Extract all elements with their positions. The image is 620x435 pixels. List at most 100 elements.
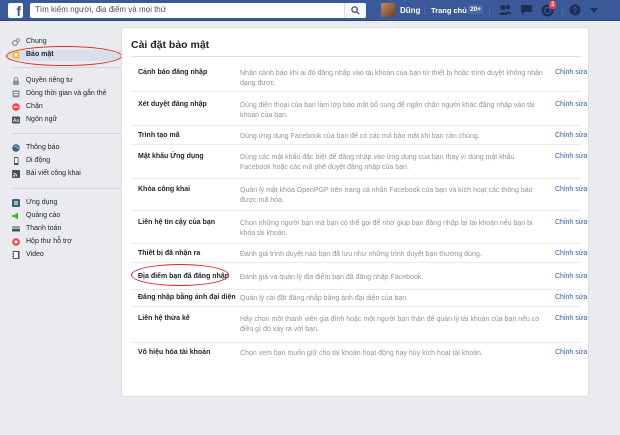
notifications-badge: 3: [549, 1, 557, 9]
ads-icon: [12, 212, 18, 220]
timeline-icon: [12, 90, 20, 98]
edit-link[interactable]: Chỉnh sửa: [555, 315, 587, 322]
sidebar-item-public-posts[interactable]: Bài viết công khai: [8, 169, 121, 180]
help-icon[interactable]: ?: [569, 4, 581, 16]
settings-row-profile-picture-login[interactable]: Đăng nhập bằng ảnh đại diện Quản lý cài …: [131, 290, 587, 307]
edit-link[interactable]: Chỉnh sửa: [555, 294, 587, 301]
setting-label: Khóa công khai: [138, 186, 191, 193]
setting-label: Địa điểm bạn đã đăng nhập: [138, 273, 230, 280]
setting-description: Quản lý mật khóa OpenPGP trên trang cá n…: [240, 187, 533, 204]
settings-row-where-logged-in[interactable]: Địa điểm bạn đã đăng nhập Đánh giá và qu…: [131, 263, 587, 290]
divider: [562, 6, 563, 15]
settings-row-app-passwords[interactable]: Mật khẩu Ứng dụng Dùng các mật khẩu đặc …: [131, 145, 587, 179]
setting-description: Dùng các mật khẩu đặc biệt để đăng nhập …: [240, 154, 515, 171]
edit-link[interactable]: Chỉnh sửa: [555, 132, 587, 139]
setting-label: Liên hệ tin cậy của bạn: [138, 219, 216, 226]
settings-row-public-key[interactable]: Khóa công khai Quản lý mật khóa OpenPGP …: [131, 179, 587, 211]
edit-link[interactable]: Chỉnh sửa: [555, 186, 587, 193]
search-button[interactable]: [344, 3, 366, 18]
sidebar-item-mobile[interactable]: Di động: [8, 156, 121, 167]
sidebar-item-label: Ứng dụng: [26, 199, 58, 206]
sidebar-item-general[interactable]: Chung: [8, 37, 121, 48]
svg-text:Aa: Aa: [13, 118, 19, 124]
profile-link[interactable]: Dũng: [400, 6, 420, 15]
settings-row-trusted-contacts[interactable]: Liên hệ tin cậy của bạn Chọn những người…: [131, 211, 587, 244]
mobile-icon: [14, 157, 19, 165]
sidebar-item-label: Chặn: [26, 103, 43, 110]
security-settings-panel: Cài đặt bảo mật Cảnh báo đăng nhập Nhận …: [121, 27, 589, 397]
setting-description: Nhận cảnh báo khi ai đó đăng nhập vào tà…: [240, 70, 543, 87]
gear-icon: [12, 38, 20, 46]
sidebar-item-label: Thông báo: [26, 144, 60, 151]
sidebar-divider: [12, 188, 121, 189]
sidebar-item-videos[interactable]: Video: [8, 250, 121, 261]
sidebar-item-label: Thanh toán: [26, 225, 62, 232]
support-icon: [12, 238, 20, 246]
sidebar-item-timeline[interactable]: Dòng thời gian và gắn thẻ: [8, 89, 121, 100]
settings-row-deactivate-account[interactable]: Vô hiệu hóa tài khoản Chọn xem bạn muốn …: [131, 343, 587, 369]
edit-link[interactable]: Chỉnh sửa: [555, 273, 587, 280]
shield-icon: [12, 51, 20, 59]
setting-label: Thiết bị đã nhận ra: [138, 250, 201, 257]
edit-link[interactable]: Chỉnh sửa: [555, 349, 587, 356]
home-link[interactable]: Trang chủ: [431, 6, 467, 15]
divider: [424, 6, 425, 15]
block-icon: [12, 103, 20, 111]
apps-icon: [12, 199, 20, 207]
settings-row-recognized-devices[interactable]: Thiết bị đã nhận ra Đánh giá trình duyệt…: [131, 244, 587, 263]
top-navigation-bar: f Tìm kiếm người, địa điểm và mọi thứ Dũ…: [0, 0, 620, 21]
setting-description: Dùng điện thoại của bạn làm lớp bảo mật …: [240, 102, 535, 119]
setting-label: Liên hệ thừa kế: [138, 315, 190, 322]
edit-link[interactable]: Chỉnh sửa: [555, 101, 587, 108]
sidebar-item-security[interactable]: Bảo mật: [8, 50, 121, 61]
setting-label: Vô hiệu hóa tài khoản: [138, 349, 211, 356]
sidebar-item-label: Quyền riêng tư: [26, 77, 73, 84]
sidebar-item-blocking[interactable]: Chặn: [8, 102, 121, 113]
sidebar-item-ads[interactable]: Quảng cáo: [8, 211, 121, 222]
setting-description: Chọn xem bạn muốn giữ cho tài khoản hoạt…: [240, 350, 483, 357]
setting-description: Đánh giá trình duyệt nào bạn đã lưu như …: [240, 251, 482, 258]
edit-link[interactable]: Chỉnh sửa: [555, 250, 587, 257]
globe-icon: [12, 144, 20, 152]
setting-description: Chọn những người bạn mà bạn có thể gọi đ…: [240, 220, 533, 237]
sidebar-item-label: Video: [26, 251, 44, 258]
sidebar-divider: [12, 67, 121, 68]
setting-description: Hãy chọn một thành viên gia đình hoặc mộ…: [240, 316, 540, 333]
sidebar-item-privacy[interactable]: Quyền riêng tư: [8, 76, 121, 87]
sidebar-item-notifications[interactable]: Thông báo: [8, 143, 121, 154]
setting-label: Trình tạo mã: [138, 132, 180, 139]
setting-description: Đánh giá và quản lý địa điểm bạn đã đăng…: [240, 274, 424, 281]
sidebar-item-payments[interactable]: Thanh toán: [8, 224, 121, 235]
sidebar-item-support-inbox[interactable]: Hộp thư hỗ trợ: [8, 237, 121, 248]
settings-row-legacy-contact[interactable]: Liên hệ thừa kế Hãy chọn một thành viên …: [131, 307, 587, 343]
sidebar-item-label: Hộp thư hỗ trợ: [26, 238, 72, 245]
search-placeholder: Tìm kiếm người, địa điểm và mọi thứ: [35, 5, 167, 14]
svg-text:?: ?: [573, 6, 578, 15]
avatar[interactable]: [381, 3, 395, 17]
edit-link[interactable]: Chỉnh sửa: [555, 69, 587, 76]
settings-row-login-alerts[interactable]: Cảnh báo đăng nhập Nhận cảnh báo khi ai …: [131, 57, 587, 92]
search-icon: [351, 6, 360, 15]
settings-row-code-generator[interactable]: Trình tạo mã Dùng ứng dụng Facebook của …: [131, 126, 587, 145]
edit-link[interactable]: Chỉnh sửa: [555, 219, 587, 226]
sidebar-item-label: Dòng thời gian và gắn thẻ: [26, 90, 107, 97]
sidebar-item-label: Bảo mật: [26, 51, 54, 58]
video-icon: [12, 251, 20, 259]
setting-description: Dùng ứng dụng Facebook của bạn để có các…: [240, 133, 480, 140]
facebook-logo[interactable]: f: [8, 3, 23, 18]
sidebar-item-label: Ngôn ngữ: [26, 116, 58, 123]
lock-icon: [13, 77, 19, 85]
rss-icon: [12, 170, 20, 178]
dropdown-icon[interactable]: [590, 8, 598, 13]
setting-label: Xét duyệt đăng nhập: [138, 101, 207, 108]
settings-row-login-approvals[interactable]: Xét duyệt đăng nhập Dùng điện thoại của …: [131, 92, 587, 126]
sidebar-item-apps[interactable]: Ứng dụng: [8, 198, 121, 209]
language-icon: Aa: [12, 116, 20, 124]
friend-requests-icon[interactable]: [498, 4, 512, 16]
search-input[interactable]: Tìm kiếm người, địa điểm và mọi thứ: [30, 3, 366, 18]
sidebar-item-language[interactable]: Aa Ngôn ngữ: [8, 115, 121, 126]
page-title: Cài đặt bảo mật: [131, 39, 210, 51]
messages-icon[interactable]: [520, 4, 533, 16]
sidebar-item-label: Chung: [26, 38, 47, 45]
edit-link[interactable]: Chỉnh sửa: [555, 153, 587, 160]
